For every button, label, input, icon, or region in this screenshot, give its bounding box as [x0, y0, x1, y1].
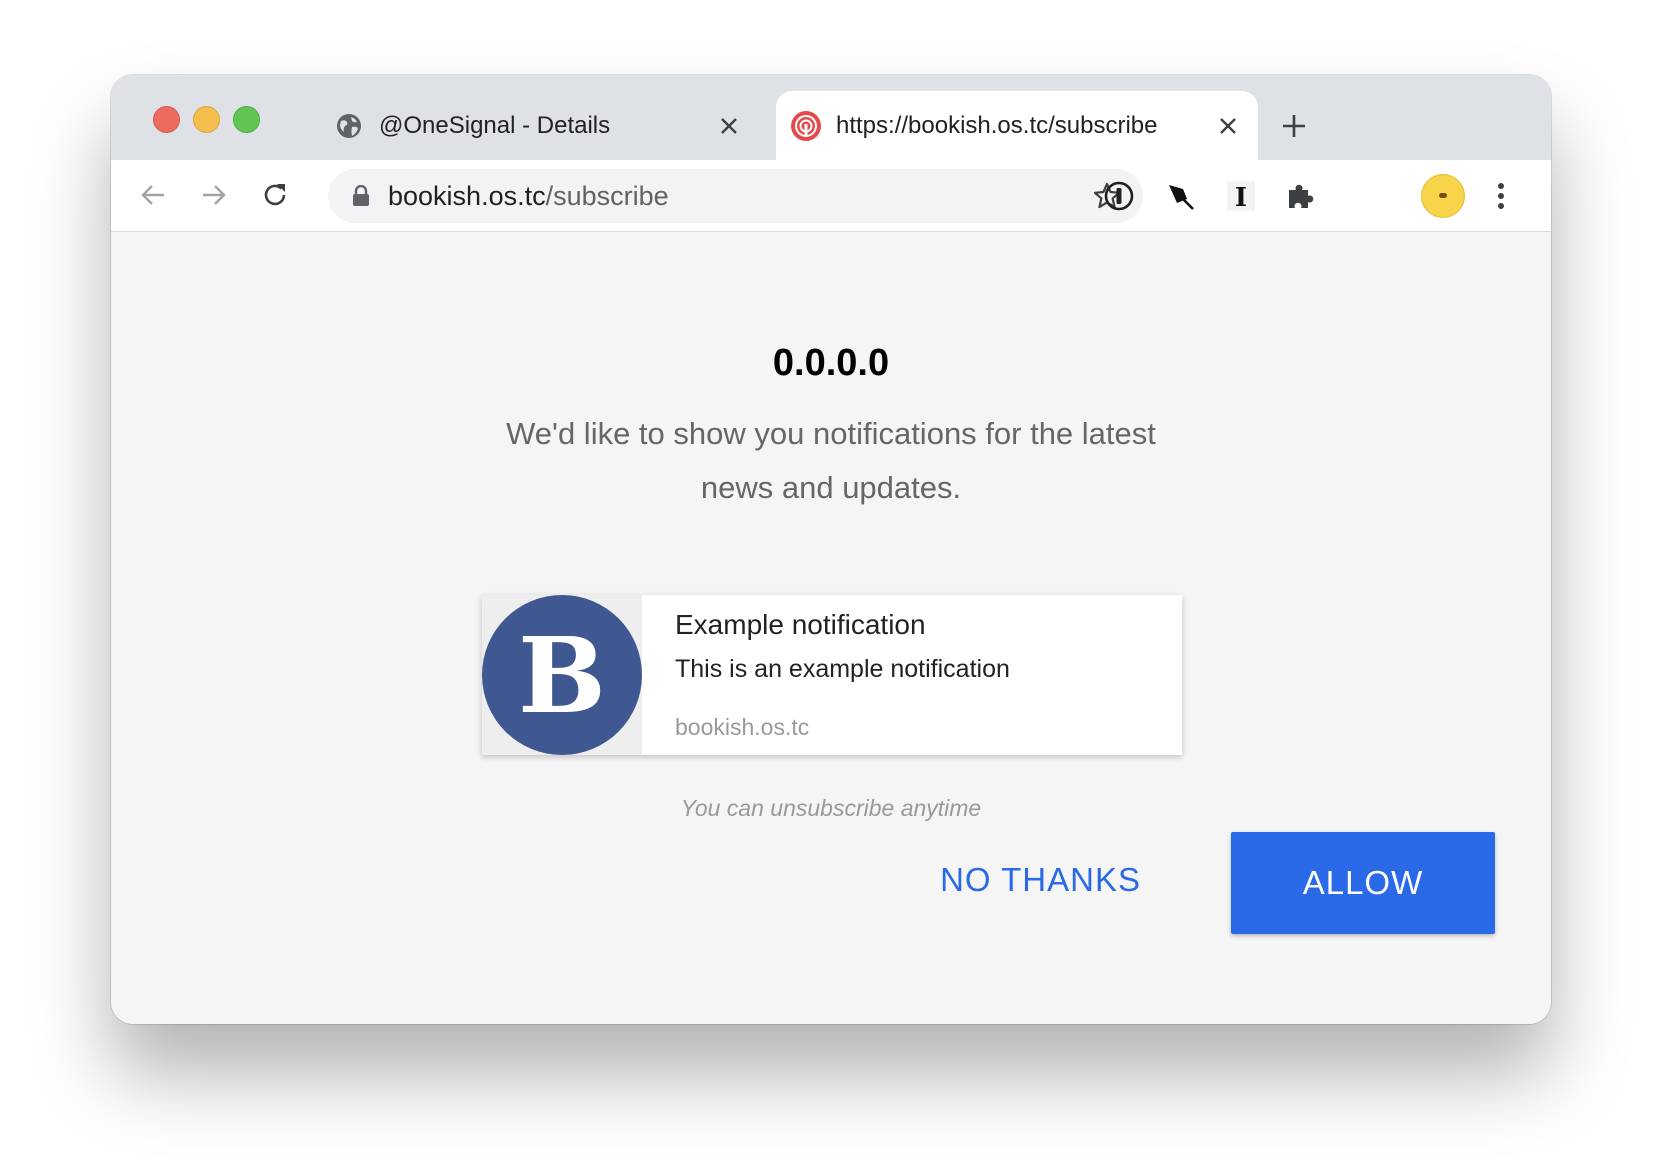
lock-icon[interactable]: [350, 183, 372, 209]
profile-avatar[interactable]: [1421, 174, 1465, 218]
new-tab-button[interactable]: [1276, 108, 1312, 144]
close-tab-icon[interactable]: [713, 110, 745, 142]
globe-icon: [333, 110, 365, 142]
close-tab-icon[interactable]: [1212, 110, 1244, 142]
browser-window: @OneSignal - Details https://bookish.os.…: [111, 75, 1551, 1024]
url-host: bookish.os.tc: [388, 180, 546, 211]
tab-title: @OneSignal - Details: [379, 111, 611, 139]
example-notification-card: B Example notification This is an exampl…: [482, 595, 1182, 755]
tab-title: https://bookish.os.tc/subscribe: [836, 111, 1158, 139]
url-text: bookish.os.tc/subscribe: [388, 181, 1089, 212]
back-button[interactable]: [135, 177, 171, 213]
address-bar[interactable]: bookish.os.tc/subscribe: [328, 169, 1143, 223]
bookish-logo: B: [482, 595, 642, 755]
password-manager-extension-icon[interactable]: [1100, 177, 1138, 215]
tab-bookish-subscribe[interactable]: https://bookish.os.tc/subscribe: [776, 91, 1258, 160]
close-window-button[interactable]: [153, 106, 180, 133]
notification-icon-area: B: [482, 595, 642, 755]
avatar-figure: [1439, 193, 1447, 198]
subscribe-page: 0.0.0.0 We'd like to show you notificati…: [111, 232, 1551, 1024]
extensions-puzzle-icon[interactable]: [1281, 177, 1319, 215]
allow-button[interactable]: ALLOW: [1231, 832, 1495, 934]
pin-extension-icon[interactable]: [1161, 177, 1199, 215]
onesignal-icon: [790, 110, 822, 142]
zoom-window-button[interactable]: [233, 106, 260, 133]
page-title: 0.0.0.0: [772, 342, 890, 384]
notification-title: Example notification: [675, 609, 926, 640]
reload-button[interactable]: [257, 177, 293, 213]
subscribe-message: We'd like to show you notifications for …: [506, 416, 1156, 505]
arrow-right-icon: [203, 185, 226, 205]
notification-site: bookish.os.tc: [675, 714, 810, 740]
notification-body: This is an example notification: [675, 655, 1010, 683]
browser-toolbar: bookish.os.tc/subscribe I: [111, 160, 1551, 232]
svg-text:I: I: [1235, 183, 1247, 211]
url-path: /subscribe: [545, 180, 669, 211]
reader-extension-icon[interactable]: I: [1222, 177, 1260, 215]
forward-button[interactable]: [196, 177, 232, 213]
arrow-left-icon: [141, 185, 164, 205]
minimize-window-button[interactable]: [193, 106, 220, 133]
no-thanks-button[interactable]: NO THANKS: [901, 851, 1141, 909]
unsubscribe-note: You can unsubscribe anytime: [680, 795, 982, 821]
reload-icon: [264, 184, 286, 206]
tab-onesignal-details[interactable]: @OneSignal - Details: [319, 91, 759, 160]
more-menu-icon[interactable]: [1482, 177, 1520, 215]
tab-strip: @OneSignal - Details https://bookish.os.…: [111, 75, 1551, 160]
